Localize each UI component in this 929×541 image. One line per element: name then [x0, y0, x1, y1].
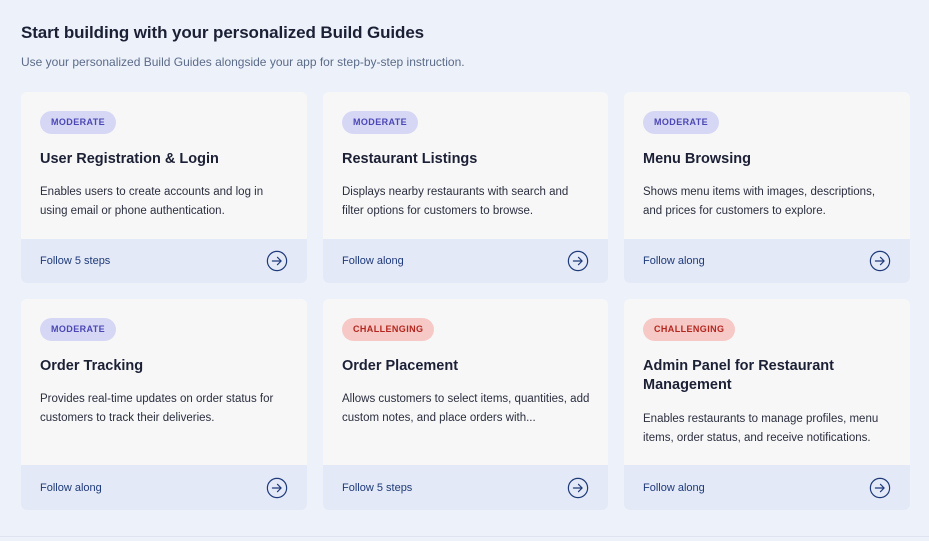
guide-card-menu-browsing[interactable]: MODERATE Menu Browsing Shows menu items …: [624, 92, 910, 283]
arrow-right-circle-icon[interactable]: [567, 250, 589, 272]
guide-card-order-placement[interactable]: CHALLENGING Order Placement Allows custo…: [323, 299, 608, 510]
arrow-right-circle-icon[interactable]: [869, 477, 891, 499]
guide-card-admin-panel[interactable]: CHALLENGING Admin Panel for Restaurant M…: [624, 299, 910, 510]
guide-description: Enables users to create accounts and log…: [40, 186, 264, 217]
follow-guide-button[interactable]: Follow along: [624, 239, 910, 283]
guide-card-grid: MODERATE User Registration & Login Enabl…: [21, 92, 910, 510]
follow-guide-button[interactable]: Follow along: [624, 465, 910, 510]
follow-guide-button[interactable]: Follow along: [21, 465, 307, 510]
follow-guide-label: Follow 5 steps: [342, 481, 413, 494]
guide-card-user-registration[interactable]: MODERATE User Registration & Login Enabl…: [21, 92, 307, 283]
guide-title: Menu Browsing: [643, 151, 751, 167]
follow-guide-label: Follow along: [40, 481, 102, 494]
difficulty-badge: MODERATE: [643, 111, 720, 134]
arrow-right-circle-icon[interactable]: [266, 477, 288, 499]
guide-title: Order Tracking: [40, 358, 144, 374]
follow-guide-label: Follow along: [643, 481, 705, 494]
guide-card-restaurant-listings[interactable]: MODERATE Restaurant Listings Displays ne…: [323, 92, 608, 283]
guide-description: Shows menu items with images, descriptio…: [643, 186, 876, 217]
follow-guide-button[interactable]: Follow 5 steps: [323, 465, 608, 510]
guide-description: Enables restaurants to manage profiles, …: [643, 413, 879, 444]
guide-title: User Registration & Login: [40, 151, 219, 167]
arrow-right-circle-icon[interactable]: [869, 250, 891, 272]
difficulty-badge: CHALLENGING: [643, 318, 736, 341]
build-guides-panel: Start building with your personalized Bu…: [0, 0, 929, 537]
difficulty-badge: MODERATE: [40, 111, 117, 134]
guide-description: Allows customers to select items, quanti…: [342, 393, 590, 424]
arrow-right-circle-icon[interactable]: [567, 477, 589, 499]
guide-card-order-tracking[interactable]: MODERATE Order Tracking Provides real-ti…: [21, 299, 307, 510]
follow-guide-label: Follow along: [342, 255, 404, 267]
difficulty-badge: MODERATE: [40, 318, 117, 341]
difficulty-badge: CHALLENGING: [342, 318, 435, 341]
page-subtitle: Use your personalized Build Guides along…: [21, 55, 465, 69]
guide-title: Order Placement: [342, 358, 459, 374]
guide-description: Provides real-time updates on order stat…: [40, 393, 274, 424]
follow-guide-button[interactable]: Follow 5 steps: [21, 239, 307, 283]
guide-title: Admin Panel for Restaurant Management: [643, 358, 834, 393]
follow-guide-label: Follow 5 steps: [40, 255, 111, 267]
follow-guide-button[interactable]: Follow along: [323, 239, 608, 283]
difficulty-badge: MODERATE: [342, 111, 419, 134]
page-title: Start building with your personalized Bu…: [21, 23, 425, 42]
guide-description: Displays nearby restaurants with search …: [342, 186, 569, 217]
guide-title: Restaurant Listings: [342, 151, 478, 167]
follow-guide-label: Follow along: [643, 255, 705, 267]
arrow-right-circle-icon[interactable]: [266, 250, 288, 272]
